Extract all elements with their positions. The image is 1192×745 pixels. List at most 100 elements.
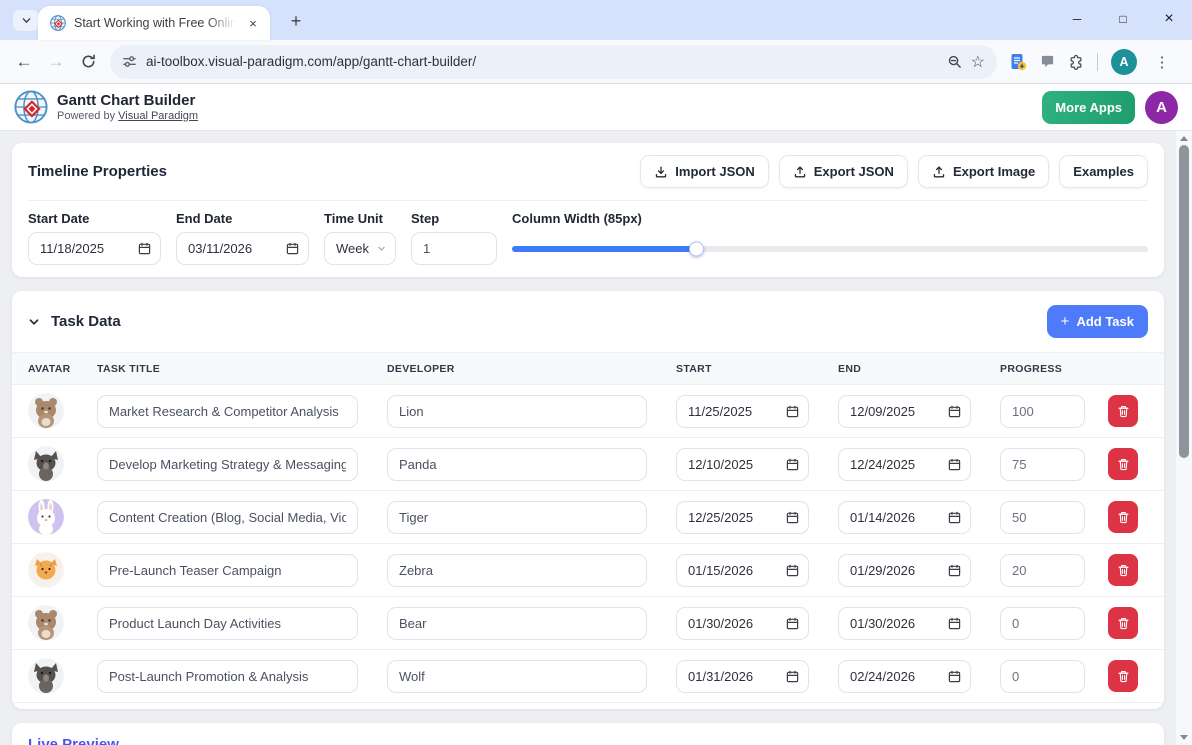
reload-button[interactable] (72, 46, 104, 78)
calendar-icon[interactable] (286, 242, 299, 255)
calendar-icon[interactable] (948, 511, 961, 524)
end-date-label: End Date (176, 211, 309, 226)
developer-input[interactable] (387, 660, 647, 693)
timeline-end-date-input[interactable]: 03/11/2026 (176, 232, 309, 265)
end-date-input[interactable]: 02/24/2026 (838, 660, 971, 693)
user-avatar[interactable]: A (1145, 91, 1178, 124)
start-date-input[interactable]: 01/31/2026 (676, 660, 809, 693)
progress-input[interactable] (1000, 554, 1085, 587)
avatar-wolf (28, 446, 64, 482)
task-title-input[interactable] (97, 501, 358, 534)
upload-icon (932, 165, 946, 179)
visual-paradigm-link[interactable]: Visual Paradigm (118, 110, 198, 122)
back-button[interactable]: ← (8, 46, 40, 78)
browser-tab-strip: Start Working with Free Online × + ─ □ × (0, 0, 1192, 40)
delete-task-button[interactable] (1108, 501, 1138, 533)
timeline-start-date-input[interactable]: 11/18/2025 (28, 232, 161, 265)
developer-input[interactable] (387, 448, 647, 481)
calendar-icon[interactable] (786, 564, 799, 577)
close-button[interactable]: × (1146, 0, 1192, 38)
developer-input[interactable] (387, 607, 647, 640)
calendar-icon[interactable] (786, 670, 799, 683)
address-bar[interactable]: ai-toolbox.visual-paradigm.com/app/gantt… (110, 45, 997, 79)
extensions-button[interactable] (1068, 54, 1084, 70)
minimize-button[interactable]: ─ (1054, 0, 1100, 38)
docs-extension-button[interactable] (1009, 53, 1027, 71)
tab-search-button[interactable] (13, 10, 39, 31)
delete-task-button[interactable] (1108, 660, 1138, 692)
step-input[interactable] (411, 232, 497, 265)
avatar-wolf (28, 658, 64, 694)
column-width-slider[interactable] (512, 232, 1148, 265)
browser-menu-button[interactable]: ⋮ (1150, 53, 1174, 71)
more-apps-button[interactable]: More Apps (1042, 91, 1135, 124)
tab-close-button[interactable]: × (244, 14, 262, 32)
progress-input[interactable] (1000, 395, 1085, 428)
calendar-icon[interactable] (786, 617, 799, 630)
feedback-button[interactable] (1040, 54, 1055, 69)
upload-icon (793, 165, 807, 179)
scrollbar-up-arrow-icon[interactable] (1180, 136, 1188, 141)
import-json-button[interactable]: Import JSON (640, 155, 768, 188)
time-unit-select[interactable]: Week (324, 232, 396, 265)
progress-input[interactable] (1000, 607, 1085, 640)
scrollbar-thumb[interactable] (1179, 145, 1189, 458)
browser-tab[interactable]: Start Working with Free Online × (38, 6, 270, 40)
maximize-button[interactable]: □ (1100, 0, 1146, 38)
calendar-icon[interactable] (948, 617, 961, 630)
developer-input[interactable] (387, 501, 647, 534)
bookmark-star-icon[interactable]: ☆ (971, 52, 985, 72)
calendar-icon[interactable] (948, 458, 961, 471)
calendar-icon[interactable] (948, 405, 961, 418)
slider-track[interactable] (512, 246, 1148, 252)
end-date-input[interactable]: 12/24/2025 (838, 448, 971, 481)
delete-task-button[interactable] (1108, 448, 1138, 480)
task-title-input[interactable] (97, 660, 358, 693)
end-date-input[interactable]: 01/30/2026 (838, 607, 971, 640)
start-date-input[interactable]: 12/10/2025 (676, 448, 809, 481)
page-scrollbar[interactable] (1176, 131, 1192, 745)
task-title-input[interactable] (97, 607, 358, 640)
table-row: 11/25/2025 12/09/2025 (12, 385, 1164, 438)
start-date-input[interactable]: 12/25/2025 (676, 501, 809, 534)
add-task-button[interactable]: + Add Task (1047, 305, 1148, 338)
zoom-button[interactable] (947, 54, 962, 69)
calendar-icon[interactable] (948, 564, 961, 577)
export-json-button[interactable]: Export JSON (779, 155, 908, 188)
task-title-input[interactable] (97, 395, 358, 428)
column-header-progress: PROGRESS (1000, 363, 1108, 375)
delete-task-button[interactable] (1108, 607, 1138, 639)
calendar-icon[interactable] (786, 405, 799, 418)
end-date-input[interactable]: 12/09/2025 (838, 395, 971, 428)
delete-task-button[interactable] (1108, 554, 1138, 586)
new-tab-button[interactable]: + (284, 9, 308, 33)
forward-button[interactable]: → (40, 46, 72, 78)
developer-input[interactable] (387, 395, 647, 428)
calendar-icon[interactable] (948, 670, 961, 683)
browser-toolbar: ← → ai-toolbox.visual-paradigm.com/app/g… (0, 40, 1192, 84)
end-date-input[interactable]: 01/29/2026 (838, 554, 971, 587)
table-row: 12/25/2025 01/14/2026 (12, 491, 1164, 544)
progress-input[interactable] (1000, 448, 1085, 481)
task-title-input[interactable] (97, 448, 358, 481)
progress-input[interactable] (1000, 660, 1085, 693)
examples-button[interactable]: Examples (1059, 155, 1148, 188)
delete-task-button[interactable] (1108, 395, 1138, 427)
browser-profile-avatar[interactable]: A (1111, 49, 1137, 75)
calendar-icon[interactable] (138, 242, 151, 255)
calendar-icon[interactable] (786, 458, 799, 471)
timeline-properties-title: Timeline Properties (28, 163, 167, 180)
export-image-button[interactable]: Export Image (918, 155, 1049, 188)
start-date-input[interactable]: 01/15/2026 (676, 554, 809, 587)
collapse-chevron-icon[interactable] (28, 316, 40, 328)
progress-input[interactable] (1000, 501, 1085, 534)
slider-thumb[interactable] (689, 241, 704, 256)
site-settings-button[interactable] (122, 54, 137, 69)
task-title-input[interactable] (97, 554, 358, 587)
end-date-input[interactable]: 01/14/2026 (838, 501, 971, 534)
start-date-input[interactable]: 01/30/2026 (676, 607, 809, 640)
start-date-input[interactable]: 11/25/2025 (676, 395, 809, 428)
scrollbar-down-arrow-icon[interactable] (1180, 735, 1188, 740)
developer-input[interactable] (387, 554, 647, 587)
calendar-icon[interactable] (786, 511, 799, 524)
